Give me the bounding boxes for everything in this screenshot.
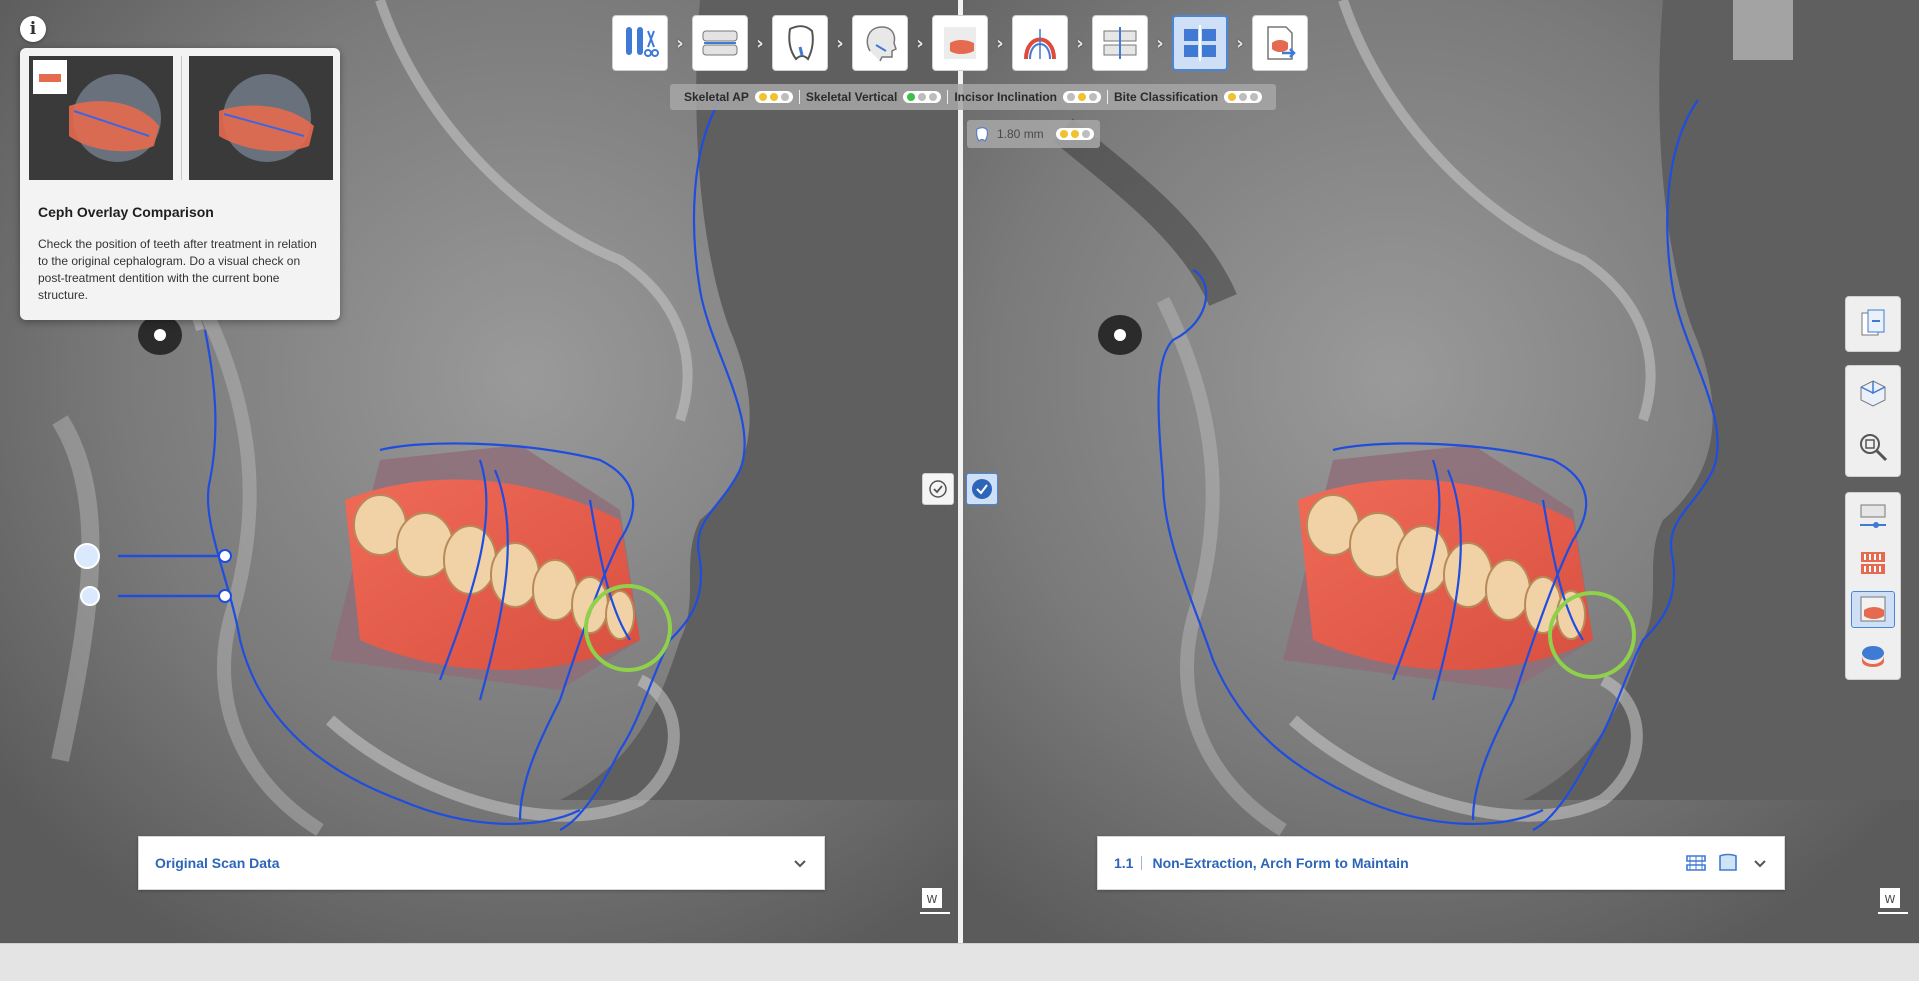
ceph-xray-right	[963, 0, 1919, 943]
help-thumbnail-after	[189, 56, 333, 180]
arch-slider-icon	[1860, 504, 1886, 529]
step-ceph-teeth[interactable]	[932, 15, 988, 71]
arch-icon	[702, 30, 738, 56]
chevron-down-icon	[1754, 860, 1766, 868]
zoom-fit-button[interactable]	[1851, 425, 1895, 469]
sync-right-toggle[interactable]	[966, 473, 998, 505]
teeth-view-button[interactable]	[1851, 544, 1895, 580]
original-scan-dropdown[interactable]: Original Scan Data	[138, 836, 825, 890]
step-comparison[interactable]	[1172, 15, 1228, 71]
comparison-icon	[1184, 25, 1216, 61]
status-dots	[903, 91, 942, 103]
svg-text:W: W	[1885, 893, 1896, 906]
info-button[interactable]: i	[20, 16, 46, 42]
status-dots	[754, 91, 793, 103]
3d-view-icon	[1860, 380, 1886, 407]
check-circle-icon	[929, 480, 947, 498]
treatment-plan-dropdown[interactable]: 1.1 Non-Extraction, Arch Form to Maintai…	[1097, 836, 1785, 890]
metric-incisor-inclination[interactable]: Incisor Inclination	[947, 90, 1107, 104]
occlusion-icon	[1103, 27, 1137, 59]
tooth-measure-icon	[976, 127, 988, 142]
dropdown-label: Original Scan Data	[155, 855, 280, 871]
measurement-badge[interactable]: 1.80 mm	[967, 120, 1100, 148]
3d-view-button[interactable]	[1851, 371, 1895, 415]
right-viewport[interactable]: 1.1 Non-Extraction, Arch Form to Maintai…	[963, 0, 1919, 943]
step-ceph-head[interactable]	[852, 15, 908, 71]
workflow-toolbar: › › › › › › › ›	[612, 14, 1308, 72]
sync-left-toggle[interactable]	[922, 473, 954, 505]
help-panel: Ceph Overlay Comparison Check the positi…	[20, 48, 340, 320]
help-title: Ceph Overlay Comparison	[38, 204, 214, 220]
teeth-icon	[1861, 551, 1885, 574]
dropdown-label: Non-Extraction, Arch Form to Maintain	[1152, 855, 1409, 871]
step-occlusion[interactable]	[1092, 15, 1148, 71]
step-arch-form[interactable]	[1012, 15, 1068, 71]
metric-skeletal-ap[interactable]: Skeletal AP	[678, 90, 799, 104]
svg-text:W: W	[927, 893, 938, 906]
ceph-overlay-button[interactable]	[1851, 590, 1895, 628]
status-dots	[1063, 91, 1102, 103]
step-tooth[interactable]	[772, 15, 828, 71]
chevron-down-icon	[794, 860, 806, 868]
step-export[interactable]	[1252, 15, 1308, 71]
model-base-icon	[1862, 645, 1884, 667]
overlay-icon	[1861, 309, 1885, 336]
plan-number: 1.1	[1114, 855, 1134, 871]
arch-model-icon[interactable]	[1716, 852, 1740, 874]
status-dots	[1055, 128, 1094, 140]
export-icon	[1267, 26, 1296, 60]
overlay-toggle-button[interactable]	[1851, 302, 1895, 346]
tooth-icon	[788, 25, 814, 61]
help-description: Check the position of teeth after treatm…	[38, 237, 317, 302]
ceph-teeth-icon	[944, 27, 976, 59]
measurement-value: 1.80 mm	[997, 127, 1044, 141]
app-window: i Ceph Overlay Comparison Check the posi…	[0, 0, 1919, 981]
zoom-fit-icon	[1860, 434, 1888, 462]
logo-watermark-icon: W	[1878, 888, 1908, 914]
ceph-head-icon	[866, 26, 897, 62]
status-dots	[1224, 91, 1263, 103]
arch-form-icon	[1024, 29, 1056, 60]
arch-slider-button[interactable]	[1851, 498, 1895, 534]
side-toolbar-group-2	[1845, 365, 1901, 477]
ceph-overlay-icon	[1860, 596, 1886, 622]
side-toolbar-group-1	[1845, 296, 1901, 352]
help-thumbnail-before	[29, 56, 173, 180]
left-viewport[interactable]: i Ceph Overlay Comparison Check the posi…	[0, 0, 958, 943]
step-arch[interactable]	[692, 15, 748, 71]
jaw-open-icon[interactable]	[1684, 852, 1708, 874]
metric-skeletal-vertical[interactable]: Skeletal Vertical	[798, 90, 947, 104]
status-strip	[0, 943, 1919, 981]
check-circle-icon	[972, 479, 992, 499]
side-toolbar-group-3	[1845, 492, 1901, 680]
logo-watermark-icon: W	[920, 888, 950, 914]
metric-bite-classification[interactable]: Bite Classification	[1107, 90, 1268, 104]
analysis-status-bar: Skeletal AP Skeletal Vertical Incisor In…	[670, 84, 1277, 110]
step-setup[interactable]	[612, 15, 668, 71]
setup-icon	[626, 27, 659, 57]
model-base-button[interactable]	[1851, 638, 1895, 674]
landmark-sliders[interactable]	[70, 540, 240, 610]
